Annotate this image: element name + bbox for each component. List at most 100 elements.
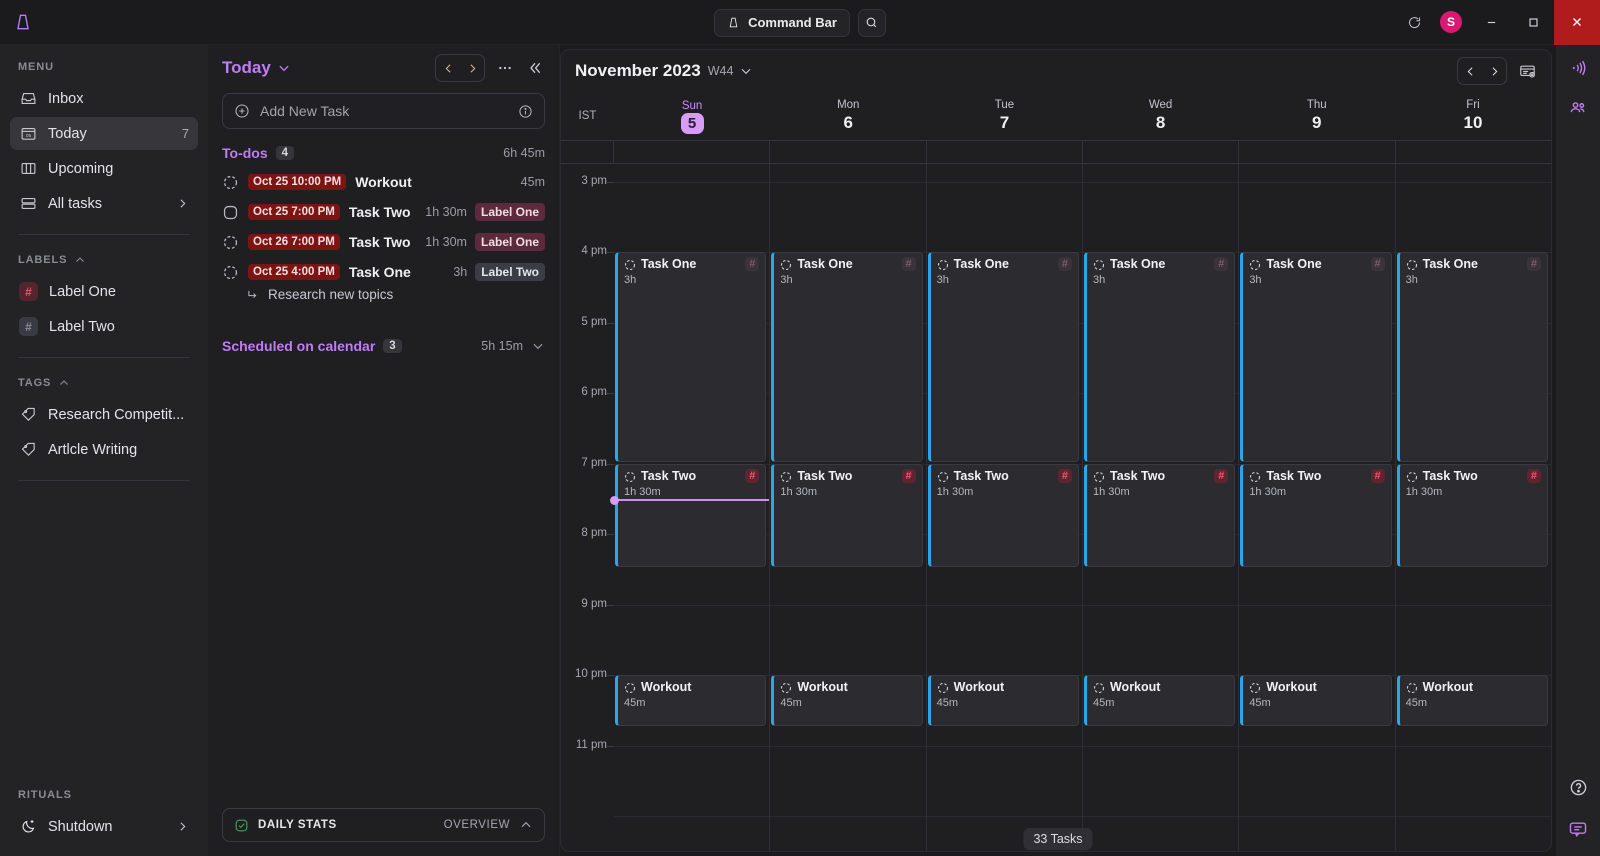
calendar-event[interactable]: Task One#3h — [1084, 252, 1235, 461]
daily-stats-bar[interactable]: DAILY STATS OVERVIEW — [222, 808, 545, 842]
calendar-event[interactable]: Task One#3h — [1397, 252, 1548, 461]
event-checkbox-icon[interactable] — [937, 259, 949, 271]
event-checkbox-icon[interactable] — [1406, 259, 1418, 271]
prev-day-button[interactable] — [436, 55, 460, 81]
event-checkbox-icon[interactable] — [1249, 471, 1261, 483]
sidebar-labels-heading[interactable]: LABELS — [0, 248, 208, 274]
task-checkbox-recurring-icon[interactable] — [222, 264, 239, 281]
avatar[interactable]: S — [1440, 11, 1462, 33]
calendar-event[interactable]: Workout45m — [615, 675, 766, 726]
calendar-event[interactable]: Workout45m — [1240, 675, 1391, 726]
event-checkbox-icon[interactable] — [937, 682, 949, 694]
add-new-task-input[interactable]: Add New Task — [222, 93, 545, 129]
calendar-prev-button[interactable] — [1458, 58, 1482, 84]
event-checkbox-icon[interactable] — [780, 682, 792, 694]
calendar-event[interactable]: Workout45m — [771, 675, 922, 726]
calendar-day-header[interactable]: Thu 9 — [1239, 92, 1395, 140]
broadcast-icon[interactable] — [1565, 55, 1591, 81]
calendar-day-column[interactable]: Task One#3hTask Two#1h 30m Workout45m — [927, 164, 1083, 851]
calendar-day-header[interactable]: Sun 5 — [614, 92, 770, 140]
sidebar-item-all-tasks[interactable]: All tasks — [10, 187, 198, 220]
sidebar-label-one[interactable]: # Label One — [10, 275, 198, 308]
calendar-event[interactable]: Task Two#1h 30m — [1240, 464, 1391, 568]
minimize-button[interactable] — [1470, 0, 1512, 45]
calendar-event[interactable]: Task Two#1h 30m — [1397, 464, 1548, 568]
calendar-next-button[interactable] — [1482, 58, 1506, 84]
people-icon[interactable] — [1565, 95, 1591, 121]
calendar-event[interactable]: Task Two#1h 30m — [1084, 464, 1235, 568]
calendar-event[interactable]: Workout45m — [928, 675, 1079, 726]
task-panel-title[interactable]: Today — [222, 58, 291, 78]
chevron-down-icon[interactable] — [531, 339, 545, 353]
calendar-event[interactable]: Task One#3h — [615, 252, 766, 461]
command-bar-button[interactable]: Command Bar — [714, 9, 850, 37]
sidebar-label-two[interactable]: # Label Two — [10, 310, 198, 343]
event-checkbox-icon[interactable] — [1093, 471, 1105, 483]
task-label-chip[interactable]: Label One — [475, 233, 545, 251]
all-day-cell[interactable] — [614, 141, 770, 163]
event-checkbox-icon[interactable] — [937, 471, 949, 483]
chat-icon[interactable] — [1565, 816, 1591, 842]
ellipsis-icon[interactable] — [495, 58, 515, 78]
sidebar-tag-article-writing[interactable]: Artlcle Writing — [10, 433, 198, 466]
all-day-cell[interactable] — [770, 141, 926, 163]
sidebar-tag-research[interactable]: Research Competit... — [10, 398, 198, 431]
help-circle-icon[interactable] — [1565, 774, 1591, 800]
event-checkbox-icon[interactable] — [1406, 682, 1418, 694]
calendar-day-column[interactable]: Task One#3hTask Two#1h 30mWorkout45m — [1239, 164, 1395, 851]
event-checkbox-icon[interactable] — [1093, 259, 1105, 271]
task-checkbox-recurring-icon[interactable] — [222, 234, 239, 251]
group-header-scheduled[interactable]: Scheduled on calendar 3 5h 15m — [208, 308, 559, 360]
calendar-day-column[interactable]: Task One#3hTask Two#1h 30m Workout45m — [1396, 164, 1551, 851]
calendar-day-column[interactable]: Task One#3hTask Two#1h 30m Workout45m — [614, 164, 770, 851]
sidebar-tags-heading[interactable]: TAGS — [0, 371, 208, 397]
chevron-up-icon[interactable] — [519, 818, 533, 832]
sidebar-item-inbox[interactable]: Inbox — [10, 82, 198, 115]
event-checkbox-icon[interactable] — [1249, 682, 1261, 694]
calendar-event[interactable]: Workout45m — [1084, 675, 1235, 726]
task-row[interactable]: Oct 25 7:00 PM Task Two 1h 30m Label One — [208, 197, 559, 227]
event-checkbox-icon[interactable] — [624, 682, 636, 694]
calendar-day-column[interactable]: Task One#3hTask Two#1h 30m Workout45m — [1083, 164, 1239, 851]
event-checkbox-icon[interactable] — [624, 259, 636, 271]
event-checkbox-icon[interactable] — [1406, 471, 1418, 483]
sidebar-item-today[interactable]: 05 Today 7 — [10, 117, 198, 150]
close-button[interactable] — [1554, 0, 1600, 45]
all-day-cell[interactable] — [927, 141, 1083, 163]
chevrons-left-icon[interactable] — [525, 58, 545, 78]
sync-icon[interactable] — [1396, 0, 1432, 45]
task-label-chip[interactable]: Label One — [475, 203, 545, 221]
task-row[interactable]: Oct 25 10:00 PM Workout 45m — [208, 167, 559, 197]
task-checkbox-icon[interactable] — [222, 204, 239, 221]
calendar-day-header[interactable]: Fri 10 — [1395, 92, 1551, 140]
event-checkbox-icon[interactable] — [780, 471, 792, 483]
calendar-event[interactable]: Task One#3h — [771, 252, 922, 461]
info-icon[interactable] — [518, 104, 533, 119]
event-checkbox-icon[interactable] — [780, 259, 792, 271]
all-day-cell[interactable] — [1239, 141, 1395, 163]
sidebar-all-tasks-chevron[interactable] — [176, 197, 189, 210]
calendar-event[interactable]: Task Two#1h 30m — [615, 464, 766, 568]
calendar-settings-icon[interactable] — [1517, 61, 1537, 81]
task-label-chip[interactable]: Label Two — [475, 263, 545, 281]
search-icon[interactable] — [858, 9, 886, 37]
event-checkbox-icon[interactable] — [1093, 682, 1105, 694]
all-day-cell[interactable] — [1083, 141, 1239, 163]
calendar-all-day-row[interactable] — [561, 140, 1551, 164]
event-checkbox-icon[interactable] — [1249, 259, 1261, 271]
sidebar-ritual-shutdown[interactable]: Shutdown — [10, 810, 198, 843]
subtask-row[interactable]: Research new topics — [208, 287, 559, 308]
calendar-day-header[interactable]: Wed 8 — [1083, 92, 1239, 140]
all-day-cell[interactable] — [1396, 141, 1551, 163]
calendar-day-column[interactable]: Task One#3hTask Two#1h 30m Workout45m — [770, 164, 926, 851]
task-checkbox-recurring-icon[interactable] — [222, 174, 239, 191]
calendar-event[interactable]: Task Two#1h 30m — [928, 464, 1079, 568]
calendar-event[interactable]: Workout45m — [1397, 675, 1548, 726]
task-row[interactable]: Oct 25 4:00 PM Task One 3h Label Two — [208, 257, 559, 287]
task-count-pill[interactable]: 33 Tasks — [1023, 828, 1092, 850]
calendar-day-header[interactable]: Mon 6 — [770, 92, 926, 140]
calendar-event[interactable]: Task Two#1h 30m — [771, 464, 922, 568]
sidebar-item-upcoming[interactable]: Upcoming — [10, 152, 198, 185]
calendar-event[interactable]: Task One#3h — [928, 252, 1079, 461]
chevron-right-icon[interactable] — [176, 820, 189, 833]
